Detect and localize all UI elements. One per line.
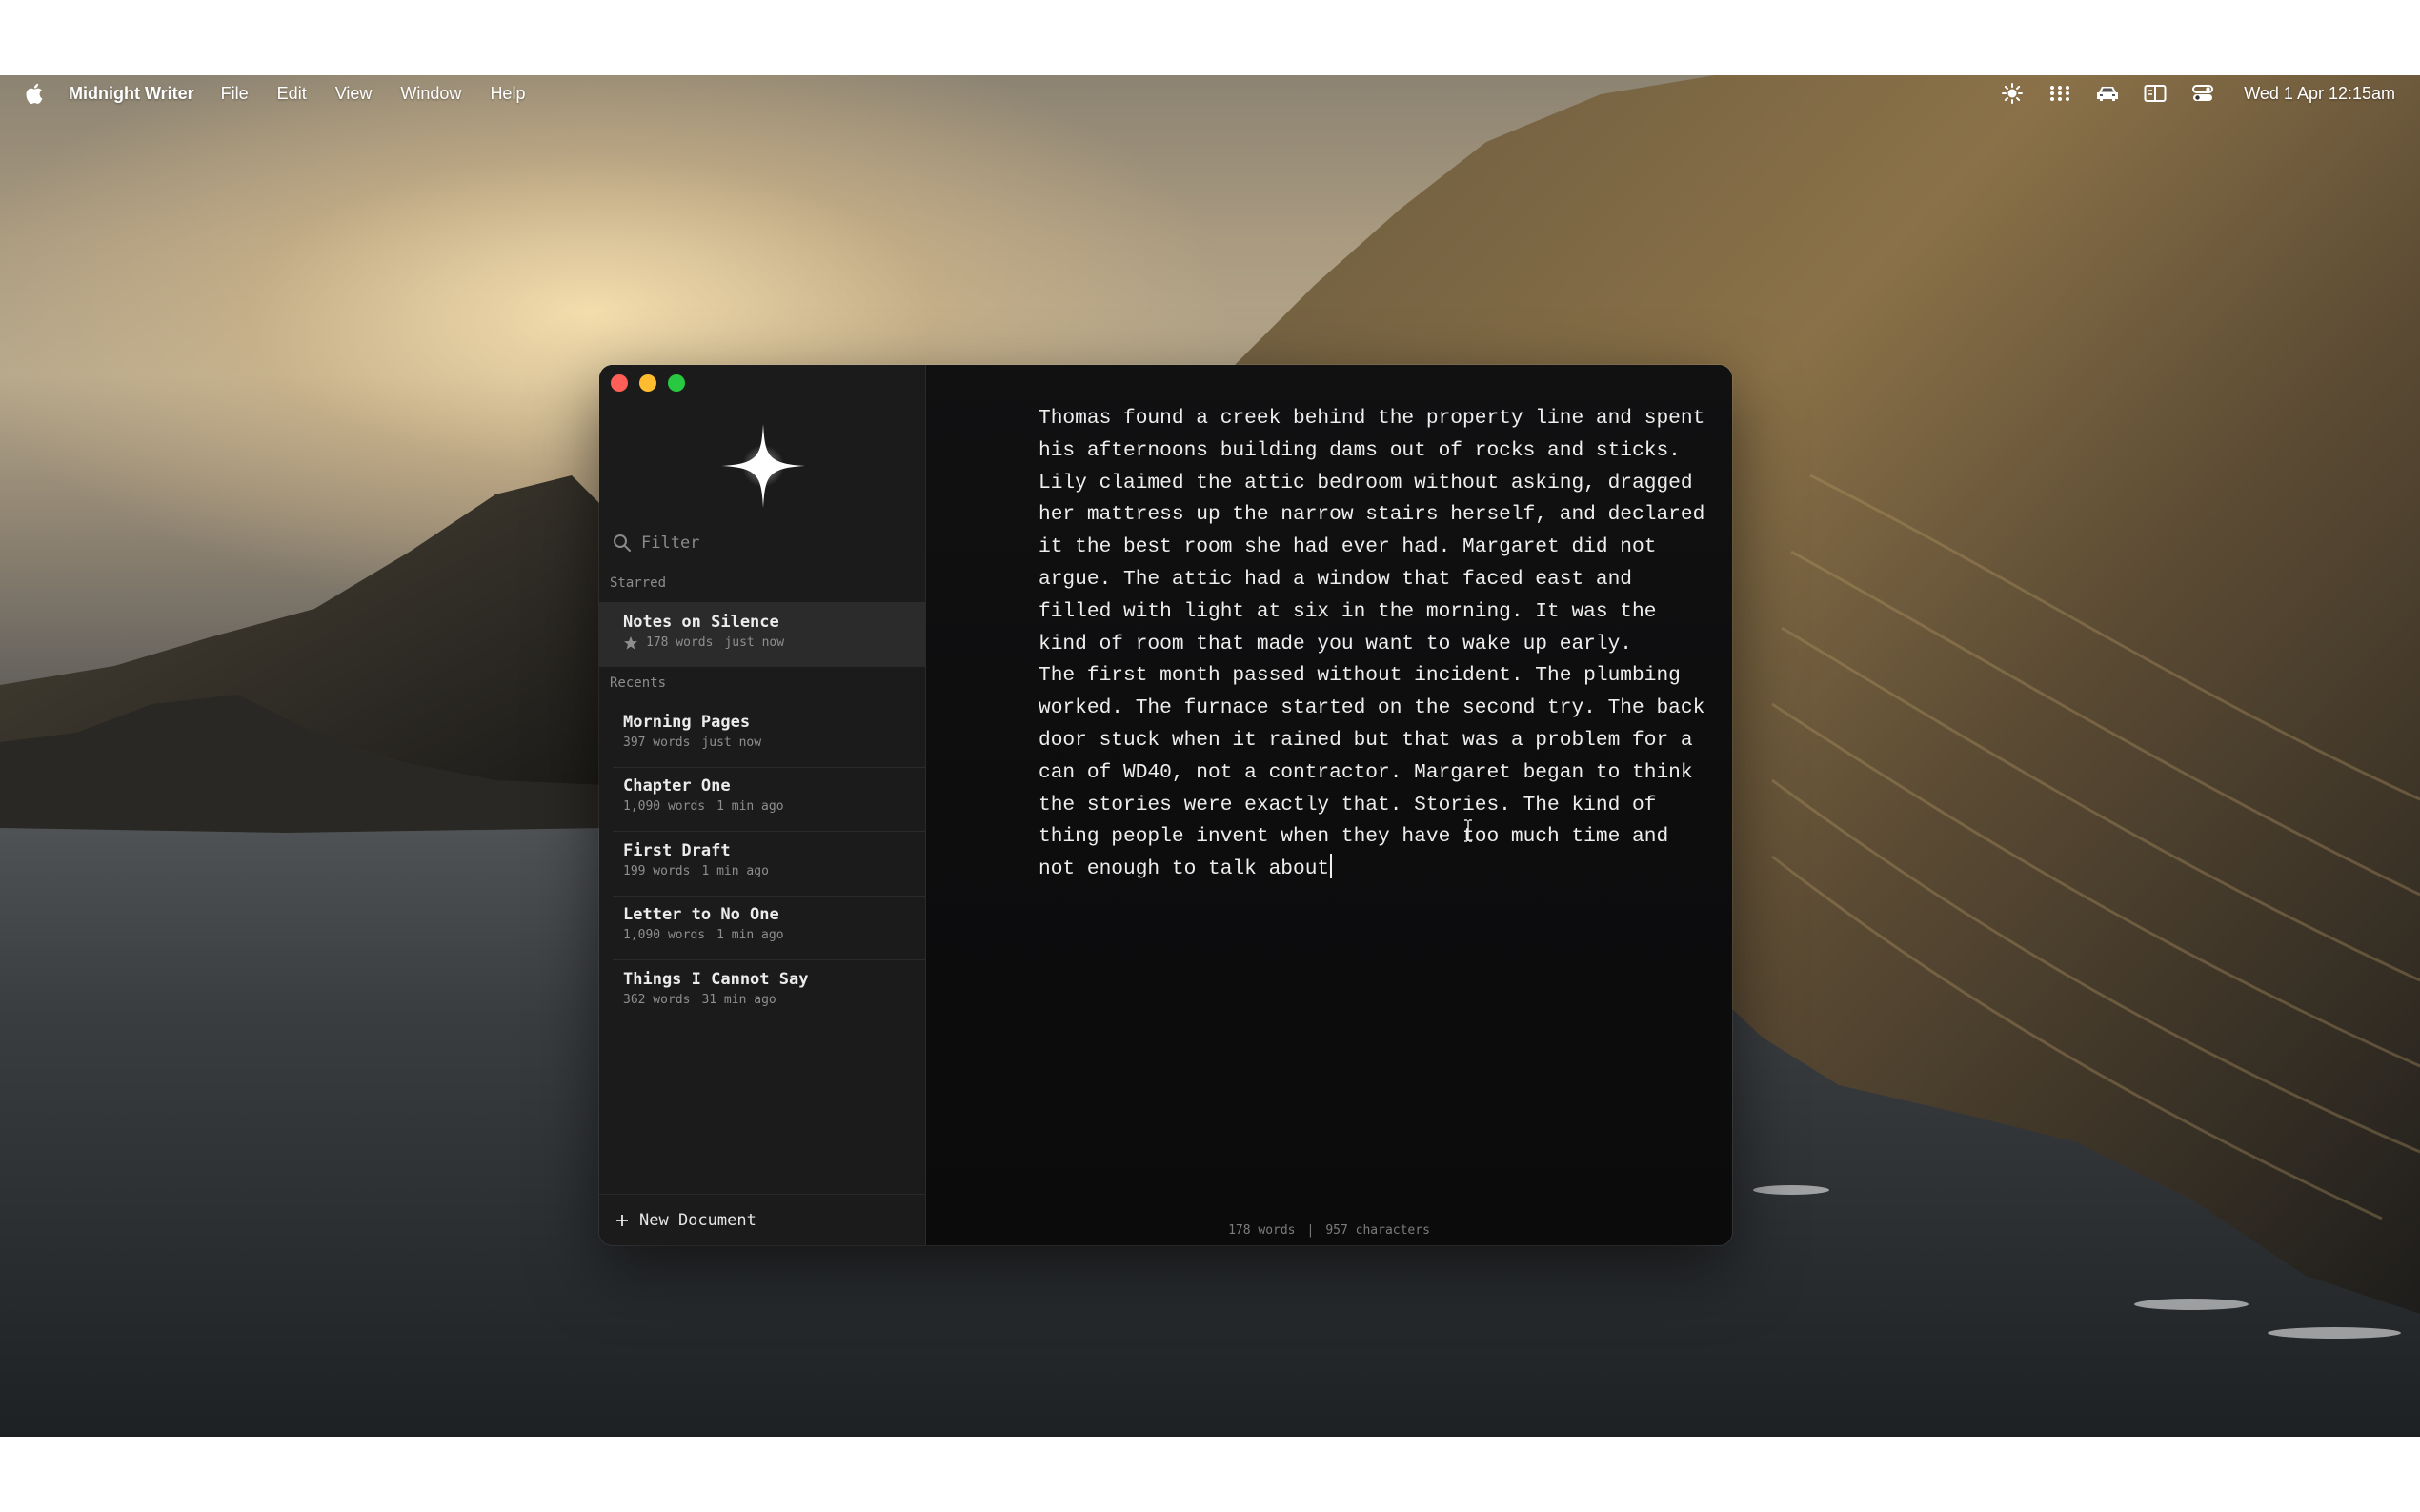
- document-time: just now: [701, 736, 762, 750]
- app-window: Starred Notes on Silence 178 words just …: [599, 365, 1732, 1245]
- editor-text-area[interactable]: Thomas found a creek behind the property…: [1039, 403, 1705, 886]
- list-item-things-i-cannot-say[interactable]: Things I Cannot Say 362 words 31 min ago: [599, 959, 925, 1024]
- control-center-icon[interactable]: [2190, 83, 2215, 104]
- document-word-count: 362 words: [623, 993, 691, 1007]
- document-time: just now: [724, 635, 785, 650]
- window-close-button[interactable]: [611, 374, 628, 392]
- document-time: 1 min ago: [716, 928, 784, 942]
- word-count: 178 words: [1228, 1223, 1296, 1238]
- starred-section-label: Starred: [610, 575, 667, 591]
- document-title: Things I Cannot Say: [623, 970, 809, 989]
- text-caret: [1330, 854, 1333, 879]
- recents-section-label: Recents: [610, 675, 667, 691]
- new-document-button[interactable]: New Document: [599, 1194, 925, 1245]
- document-meta: 1,090 words 1 min ago: [623, 928, 925, 943]
- document-title: Notes on Silence: [623, 613, 779, 632]
- document-title: First Draft: [623, 841, 731, 860]
- list-item-letter-to-no-one[interactable]: Letter to No One 1,090 words 1 min ago: [599, 895, 925, 959]
- document-word-count: 1,090 words: [623, 928, 706, 942]
- list-item-first-draft[interactable]: First Draft 199 words 1 min ago: [599, 831, 925, 896]
- document-word-count: 397 words: [623, 736, 691, 750]
- document-meta: 362 words 31 min ago: [623, 993, 925, 1008]
- brightness-icon[interactable]: [2000, 83, 2025, 104]
- ibeam-cursor-icon: [1464, 819, 1472, 842]
- document-word-count: 199 words: [623, 864, 691, 878]
- grid-dots-icon[interactable]: [2047, 83, 2072, 104]
- menu-view[interactable]: View: [335, 84, 373, 104]
- status-separator: |: [1306, 1223, 1315, 1238]
- document-meta: 397 words just now: [623, 736, 925, 751]
- apple-logo-icon[interactable]: [25, 83, 44, 104]
- star-icon: [624, 636, 637, 650]
- sparkle-star-icon: [721, 424, 805, 508]
- menu-bar-clock[interactable]: Wed 1 Apr 12:15am: [2244, 84, 2395, 104]
- document-title: Chapter One: [623, 776, 731, 796]
- document-time: 1 min ago: [701, 864, 769, 878]
- document-word-count: 1,090 words: [623, 799, 706, 814]
- car-icon[interactable]: [2095, 83, 2120, 104]
- document-meta: 1,090 words 1 min ago: [623, 799, 925, 815]
- document-time: 1 min ago: [716, 799, 784, 814]
- status-bar: 178 words | 957 characters: [926, 1223, 1732, 1238]
- menu-bar: Midnight Writer File Edit View Window He…: [0, 75, 2420, 111]
- list-item-morning-pages[interactable]: Morning Pages 397 words just now: [599, 702, 925, 767]
- menu-help[interactable]: Help: [490, 84, 525, 104]
- menu-bar-tray: Wed 1 Apr 12:15am: [1977, 75, 2395, 111]
- document-word-count: 178 words: [646, 635, 714, 650]
- document-time: 31 min ago: [701, 993, 776, 1007]
- document-meta: 199 words 1 min ago: [623, 864, 925, 879]
- window-zoom-button[interactable]: [668, 374, 685, 392]
- editor-pane[interactable]: Thomas found a creek behind the property…: [926, 365, 1732, 1245]
- document-title: Morning Pages: [623, 713, 751, 732]
- menu-app-name[interactable]: Midnight Writer: [69, 84, 194, 104]
- menu-file[interactable]: File: [221, 84, 249, 104]
- filter-input[interactable]: [641, 534, 898, 553]
- reader-split-icon[interactable]: [2143, 83, 2168, 104]
- menu-window[interactable]: Window: [400, 84, 461, 104]
- search-icon: [614, 534, 631, 552]
- list-item-notes-on-silence[interactable]: Notes on Silence 178 words just now: [599, 602, 925, 667]
- sidebar: Starred Notes on Silence 178 words just …: [599, 365, 926, 1245]
- filter-bar: [613, 529, 914, 557]
- new-document-label: New Document: [639, 1210, 756, 1230]
- list-item-chapter-one[interactable]: Chapter One 1,090 words 1 min ago: [599, 766, 925, 831]
- editor-paragraph: The first month passed without incident.…: [1039, 664, 1718, 881]
- document-meta: 178 words just now: [623, 635, 925, 651]
- menu-edit[interactable]: Edit: [277, 84, 307, 104]
- window-minimize-button[interactable]: [639, 374, 656, 392]
- character-count: 957 characters: [1325, 1223, 1430, 1238]
- document-title: Letter to No One: [623, 905, 779, 924]
- editor-paragraph: Thomas found a creek behind the property…: [1039, 407, 1718, 655]
- plus-icon: [616, 1214, 628, 1226]
